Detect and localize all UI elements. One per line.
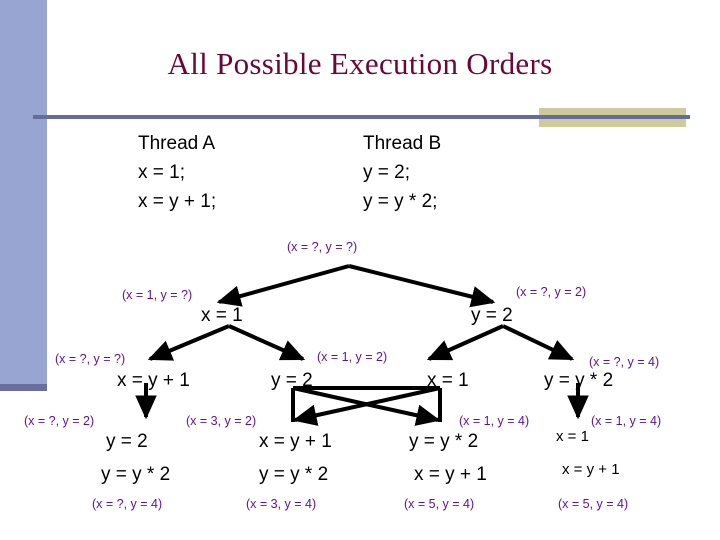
left-accent-bar-foot — [0, 384, 47, 391]
tree-node-l2-0-state: (x = ?, y = ?) — [55, 352, 126, 366]
thread-a-name: Thread A — [138, 133, 216, 154]
tree-node-l3-1-code: x = y + 1 — [259, 431, 332, 452]
title-divider-rule — [33, 115, 690, 119]
thread-b-name: Thread B — [363, 133, 442, 154]
tree-node-l3-1-state: (x = 3, y = 2) — [186, 414, 257, 428]
tree-node-l4-0-state: (x = ?, y = 4) — [92, 497, 163, 511]
tree-node-l1-1-state: (x = ?, y = 2) — [516, 285, 587, 299]
tree-node-l4-1-code: y = y * 2 — [259, 464, 329, 485]
tree-node-l3-2-code: y = y * 2 — [409, 431, 479, 452]
tree-node-l1-1-code: y = 2 — [471, 305, 513, 326]
tree-node-l4-2-code: x = y + 1 — [414, 464, 487, 485]
tree-node-l2-3-state: (x = ?, y = 4) — [589, 355, 660, 369]
thread-a-line-1: x = 1; — [138, 162, 185, 183]
thread-b-line-2: y = y * 2; — [363, 191, 438, 212]
tree-node-l3-0-state: (x = ?, y = 2) — [24, 414, 95, 428]
tree-node-l2-1-code: y = 2 — [271, 370, 313, 391]
slide-canvas: All Possible Execution Orders Thread A x… — [0, 0, 720, 540]
tree-node-l3-3-state: (x = 1, y = 4) — [591, 414, 662, 428]
page-title: All Possible Execution Orders — [167, 46, 553, 81]
tree-node-l4-0-code: y = y * 2 — [101, 464, 171, 485]
tree-node-l3-3-code: x = 1 — [556, 428, 589, 445]
tree-node-l2-3-code: y = y * 2 — [544, 370, 614, 391]
tree-node-l3-2-state: (x = 1, y = 4) — [459, 414, 530, 428]
thread-a-line-2: x = y + 1; — [138, 191, 217, 212]
tree-node-l2-2-code: x = 1 — [427, 370, 469, 391]
tree-node-l4-3-state: (x = 5, y = 4) — [558, 497, 629, 511]
tree-node-l2-1-state: (x = 1, y = 2) — [317, 350, 388, 364]
tree-node-l1-0-code: x = 1 — [201, 305, 243, 326]
tree-node-l4-2-state: (x = 5, y = 4) — [404, 497, 475, 511]
tree-node-root-state: (x = ?, y = ?) — [287, 240, 358, 254]
tree-node-l2-0-code: x = y + 1 — [117, 370, 190, 391]
tree-node-l1-0-state: (x = 1, y = ?) — [122, 288, 193, 302]
tree-node-l3-0-code: y = 2 — [106, 431, 148, 452]
tree-node-l4-1-state: (x = 3, y = 4) — [246, 497, 317, 511]
tree-node-l4-3-code: x = y + 1 — [562, 461, 620, 478]
thread-b-line-1: y = 2; — [363, 162, 410, 183]
